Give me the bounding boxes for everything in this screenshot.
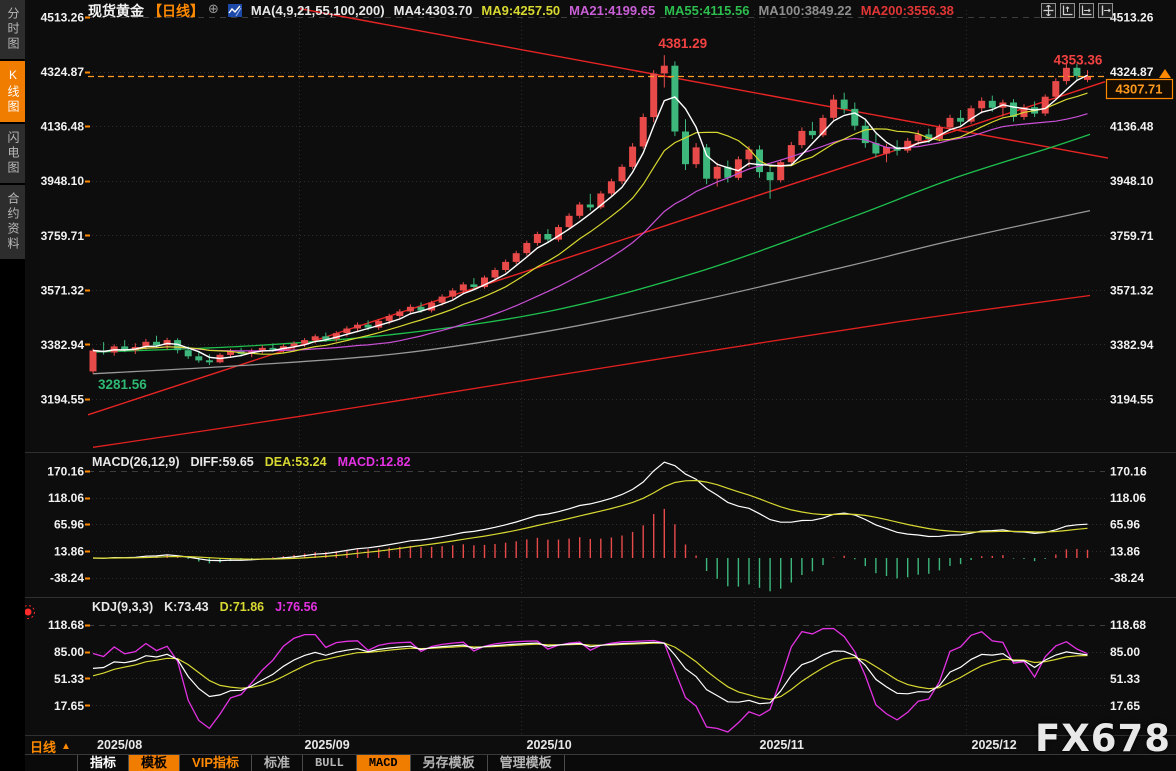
kdj-params-label: KDJ(9,3,3): [92, 600, 153, 614]
macd-panel-header: MACD(26,12,9) DIFF:59.65 DEA:53.24 MACD:…: [92, 455, 411, 469]
macd-diff-value: DIFF:59.65: [191, 455, 254, 469]
svg-text:85.00: 85.00: [1110, 645, 1140, 659]
svg-text:65.96: 65.96: [54, 518, 84, 532]
toolbar-tab-bull[interactable]: BULL: [303, 755, 357, 771]
crosshair-icon: [1043, 5, 1054, 16]
svg-text:51.33: 51.33: [54, 672, 84, 686]
svg-text:17.65: 17.65: [1110, 699, 1140, 713]
ma200-value: MA200:3556.38: [861, 3, 954, 18]
bottom-toolbar: 指标 模板 VIP指标 标准 BULL MACD 另存模板 管理模板: [25, 754, 1176, 771]
ma21-value: MA21:4199.65: [569, 3, 655, 18]
chart-type-icon[interactable]: [228, 4, 242, 17]
macd-macd-value: MACD:12.82: [338, 455, 411, 469]
collapse-panel-button[interactable]: [1098, 3, 1113, 18]
svg-text:4513.26: 4513.26: [41, 11, 85, 25]
axis-zoom-out-icon: [1081, 5, 1092, 16]
toolbar-tab-macd[interactable]: MACD: [357, 755, 411, 771]
svg-text:3382.94: 3382.94: [1110, 338, 1154, 352]
toolbar-tab-indicators[interactable]: 指标: [77, 755, 129, 771]
svg-text:4513.26: 4513.26: [1110, 11, 1154, 25]
svg-text:4136.48: 4136.48: [41, 120, 85, 134]
zoom-in-axis-button[interactable]: [1060, 3, 1075, 18]
svg-text:118.06: 118.06: [48, 491, 84, 505]
sidebar-tab-kline-chart[interactable]: K线图: [0, 61, 25, 122]
price-annotations: 4381.29 3281.56 4353.36 4307.71: [88, 36, 1173, 392]
svg-text:118.68: 118.68: [48, 618, 84, 632]
watermark-logo: FX678: [1035, 717, 1171, 760]
svg-text:3759.71: 3759.71: [1110, 229, 1154, 243]
svg-text:3194.55: 3194.55: [1110, 393, 1154, 407]
svg-text:4307.71: 4307.71: [1116, 82, 1163, 97]
svg-text:4324.87: 4324.87: [1110, 65, 1154, 79]
svg-text:2025/12: 2025/12: [972, 738, 1017, 752]
svg-text:2025/08: 2025/08: [97, 738, 142, 752]
svg-text:3382.94: 3382.94: [41, 338, 85, 352]
macd-histogram: [93, 509, 1088, 591]
kdj-panel-header: KDJ(9,3,3) K:73.43 D:71.86 J:76.56: [92, 600, 318, 614]
sidebar: 分时图 K线图 闪电图 合约资料: [0, 0, 25, 771]
svg-text:2025/09: 2025/09: [305, 738, 350, 752]
svg-text:3948.10: 3948.10: [41, 174, 85, 188]
svg-text:3759.71: 3759.71: [41, 229, 85, 243]
chart-canvas[interactable]: 4513.26 4513.26 4324.87 4324.87 4136.48 4136.…: [0, 0, 1176, 771]
svg-text:170.16: 170.16: [1110, 464, 1147, 478]
zoom-out-axis-button[interactable]: [1079, 3, 1094, 18]
ma4-value: MA4:4303.70: [394, 3, 473, 18]
svg-text:3948.10: 3948.10: [1110, 174, 1154, 188]
svg-text:4381.29: 4381.29: [658, 36, 707, 51]
chart-toolbar: [1041, 3, 1113, 18]
toolbar-tab-save-template[interactable]: 另存模板: [411, 755, 488, 771]
macd-grid: 170.16 170.16 118.06 118.06 65.96 65.96 13.86 1…: [47, 464, 1147, 585]
ma9-value: MA9:4257.50: [481, 3, 560, 18]
svg-text:2025/10: 2025/10: [527, 738, 572, 752]
toolbar-tab-manage-template[interactable]: 管理模板: [488, 755, 565, 771]
svg-text:4324.87: 4324.87: [41, 65, 85, 79]
svg-text:4136.48: 4136.48: [1110, 120, 1154, 134]
symbol-title: 现货黄金: [88, 1, 144, 21]
svg-text:118.68: 118.68: [1110, 618, 1146, 632]
ma55-value: MA55:4115.56: [664, 3, 749, 18]
kdj-k-value: K:73.43: [164, 600, 208, 614]
sidebar-tab-contract-info[interactable]: 合约资料: [0, 185, 25, 259]
trading-app-window: 4513.26 4513.26 4324.87 4324.87 4136.48 4136.…: [0, 0, 1176, 771]
sidebar-tab-flash-chart[interactable]: 闪电图: [0, 124, 25, 183]
svg-text:170.16: 170.16: [47, 464, 84, 478]
toolbar-tab-templates[interactable]: 模板: [129, 755, 180, 771]
sidebar-tab-time-chart[interactable]: 分时图: [0, 0, 25, 59]
kdj-j-value: J:76.56: [275, 600, 317, 614]
svg-text:3194.55: 3194.55: [41, 393, 85, 407]
svg-text:17.65: 17.65: [54, 699, 84, 713]
svg-text:2025/11: 2025/11: [760, 738, 805, 752]
svg-text:85.00: 85.00: [54, 645, 84, 659]
ma-settings-label: MA(4,9,21,55,100,200): [251, 3, 385, 18]
svg-text:3571.32: 3571.32: [1110, 283, 1154, 297]
period-selector-arrow-icon: ▲: [61, 741, 71, 752]
svg-text:3571.32: 3571.32: [41, 283, 85, 297]
x-axis-grid: 2025/08 2025/09 2025/10 2025/11 2025/12: [97, 10, 1017, 752]
svg-text:51.33: 51.33: [1110, 672, 1140, 686]
svg-text:13.86: 13.86: [54, 544, 84, 558]
axis-zoom-in-icon: [1062, 5, 1073, 16]
macd-dea-value: DEA:53.24: [265, 455, 327, 469]
panel-collapse-icon: [1100, 5, 1111, 16]
svg-text:4353.36: 4353.36: [1054, 52, 1103, 67]
kdj-lines: [93, 629, 1088, 733]
toolbar-tab-vip-indicators[interactable]: VIP指标: [180, 755, 252, 771]
svg-text:118.06: 118.06: [1110, 491, 1146, 505]
chart-header: 现货黄金 【日线】 ⊕ MA(4,9,21,55,100,200) MA4:43…: [88, 2, 954, 19]
crosshair-move-button[interactable]: [1041, 3, 1056, 18]
add-indicator-icon[interactable]: ⊕: [208, 1, 219, 21]
svg-text:-38.24: -38.24: [50, 571, 84, 585]
svg-text:65.96: 65.96: [1110, 518, 1140, 532]
scroll-to-latest-icon: [1159, 69, 1171, 78]
period-title: 【日线】: [148, 1, 204, 21]
macd-params-label: MACD(26,12,9): [92, 455, 180, 469]
ma100-value: MA100:3849.22: [758, 3, 851, 18]
svg-text:3281.56: 3281.56: [98, 377, 147, 392]
toolbar-tab-standard[interactable]: 标准: [252, 755, 303, 771]
kdj-d-value: D:71.86: [220, 600, 264, 614]
svg-text:-38.24: -38.24: [1110, 571, 1144, 585]
svg-text:13.86: 13.86: [1110, 544, 1140, 558]
